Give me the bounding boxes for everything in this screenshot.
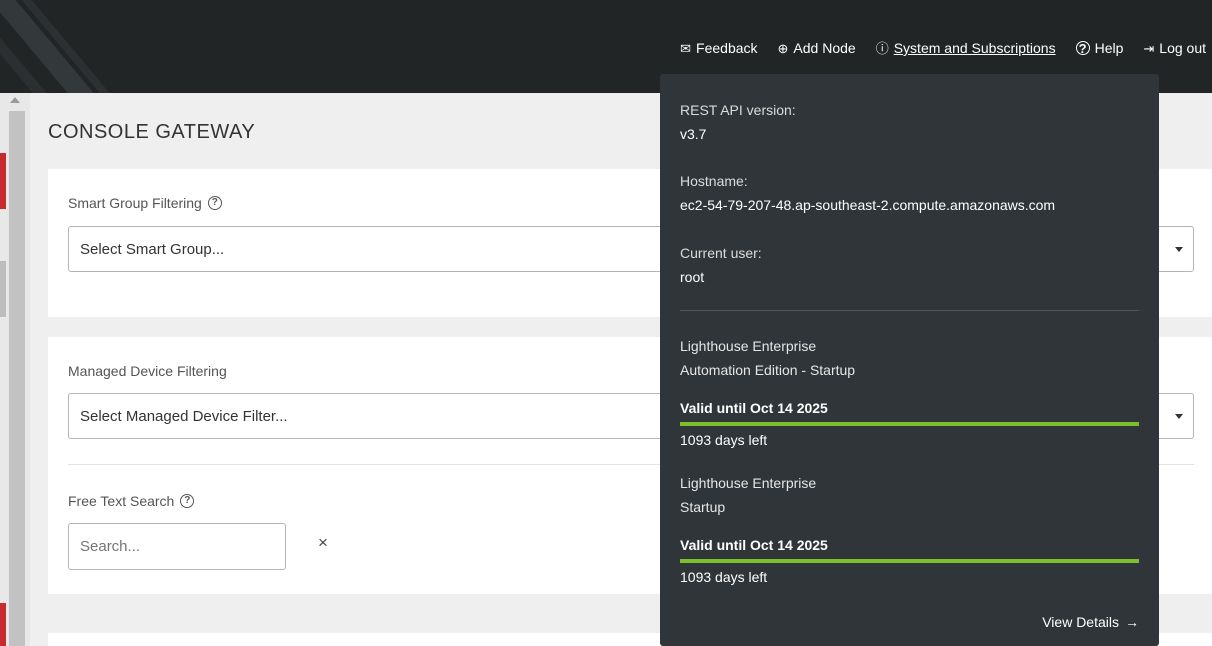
nav-system-label: System and Subscriptions — [893, 40, 1056, 56]
subscription-edition: Automation Edition - Startup — [680, 362, 856, 378]
subscription-progress-bar — [680, 422, 1139, 426]
subscription-item: Lighthouse Enterprise Startup Valid unti… — [680, 471, 1139, 585]
nav-help-label: Help — [1094, 40, 1124, 56]
subscription-edition: Startup — [680, 499, 726, 515]
hostname-label: Hostname: — [680, 173, 748, 189]
chevron-down-icon — [1175, 414, 1183, 419]
hostname-value: ec2-54-79-207-48.ap-southeast-2.compute.… — [680, 197, 1056, 213]
current-user-value: root — [680, 269, 705, 285]
smart-group-select-value: Select Smart Group... — [80, 241, 225, 258]
arrow-right-icon: → — [1125, 614, 1139, 630]
nav-add-node[interactable]: ⊕ Add Node — [778, 40, 856, 56]
envelope-icon: ✉ — [680, 40, 692, 56]
accent-marker — [0, 603, 6, 646]
scroll-up-arrow-icon[interactable] — [10, 97, 20, 103]
subscription-days-left: 1093 days left — [680, 432, 768, 448]
nav-feedback[interactable]: ✉ Feedback — [680, 40, 757, 56]
api-version-value: v3.7 — [680, 126, 707, 142]
free-text-label-row: Free Text Search ? — [68, 493, 195, 509]
accent-marker — [0, 261, 6, 317]
subscription-progress-bar — [680, 559, 1139, 563]
top-nav-links: ✉ Feedback ⊕ Add Node ⓘ System and Subsc… — [680, 40, 1206, 56]
nav-logout[interactable]: ⇥ Log out — [1143, 40, 1206, 56]
free-text-label: Free Text Search — [68, 493, 175, 509]
nav-system-subscriptions[interactable]: ⓘ System and Subscriptions — [876, 40, 1056, 56]
question-circle-icon: ? — [1075, 41, 1090, 55]
smart-group-label: Smart Group Filtering — [68, 195, 202, 211]
page-title: CONSOLE GATEWAY — [48, 121, 256, 143]
view-details-label: View Details — [1042, 614, 1119, 630]
clear-search-icon[interactable]: × — [318, 533, 328, 553]
system-subscriptions-popover: REST API version: v3.7 Hostname: ec2-54-… — [660, 74, 1159, 646]
divider — [680, 310, 1139, 311]
plus-circle-icon: ⊕ — [777, 40, 789, 56]
accent-marker — [0, 153, 6, 209]
subscription-progress-fill — [680, 559, 1139, 563]
hostname-section: Hostname: ec2-54-79-207-48.ap-southeast-… — [680, 173, 1055, 213]
current-user-section: Current user: root — [680, 245, 762, 285]
nav-help[interactable]: ? Help — [1075, 40, 1124, 56]
current-user-label: Current user: — [680, 245, 762, 261]
scrollbar-track[interactable] — [9, 111, 25, 646]
subscription-product: Lighthouse Enterprise — [680, 338, 817, 354]
api-version-section: REST API version: v3.7 — [680, 102, 796, 142]
smart-group-label-row: Smart Group Filtering ? — [68, 195, 222, 211]
help-icon[interactable]: ? — [207, 196, 222, 210]
view-details-link[interactable]: View Details → — [1042, 614, 1139, 630]
api-version-label: REST API version: — [680, 102, 796, 118]
search-input[interactable] — [68, 523, 286, 570]
subscription-progress-fill — [680, 422, 1139, 426]
nav-logout-label: Log out — [1159, 40, 1206, 56]
logout-icon: ⇥ — [1143, 40, 1155, 56]
help-icon[interactable]: ? — [180, 494, 195, 508]
chevron-down-icon — [1175, 247, 1183, 252]
subscription-validity: Valid until Oct 14 2025 — [680, 537, 828, 553]
nav-add-node-label: Add Node — [793, 40, 856, 56]
managed-device-label: Managed Device Filtering — [68, 363, 227, 379]
subscription-validity: Valid until Oct 14 2025 — [680, 400, 828, 416]
subscription-days-left: 1093 days left — [680, 569, 768, 585]
info-circle-icon: ⓘ — [875, 40, 889, 56]
managed-device-select-value: Select Managed Device Filter... — [80, 408, 288, 425]
left-scrollbar[interactable] — [0, 93, 30, 646]
subscription-item: Lighthouse Enterprise Automation Edition… — [680, 334, 1139, 448]
nav-feedback-label: Feedback — [696, 40, 758, 56]
subscription-product: Lighthouse Enterprise — [680, 475, 817, 491]
